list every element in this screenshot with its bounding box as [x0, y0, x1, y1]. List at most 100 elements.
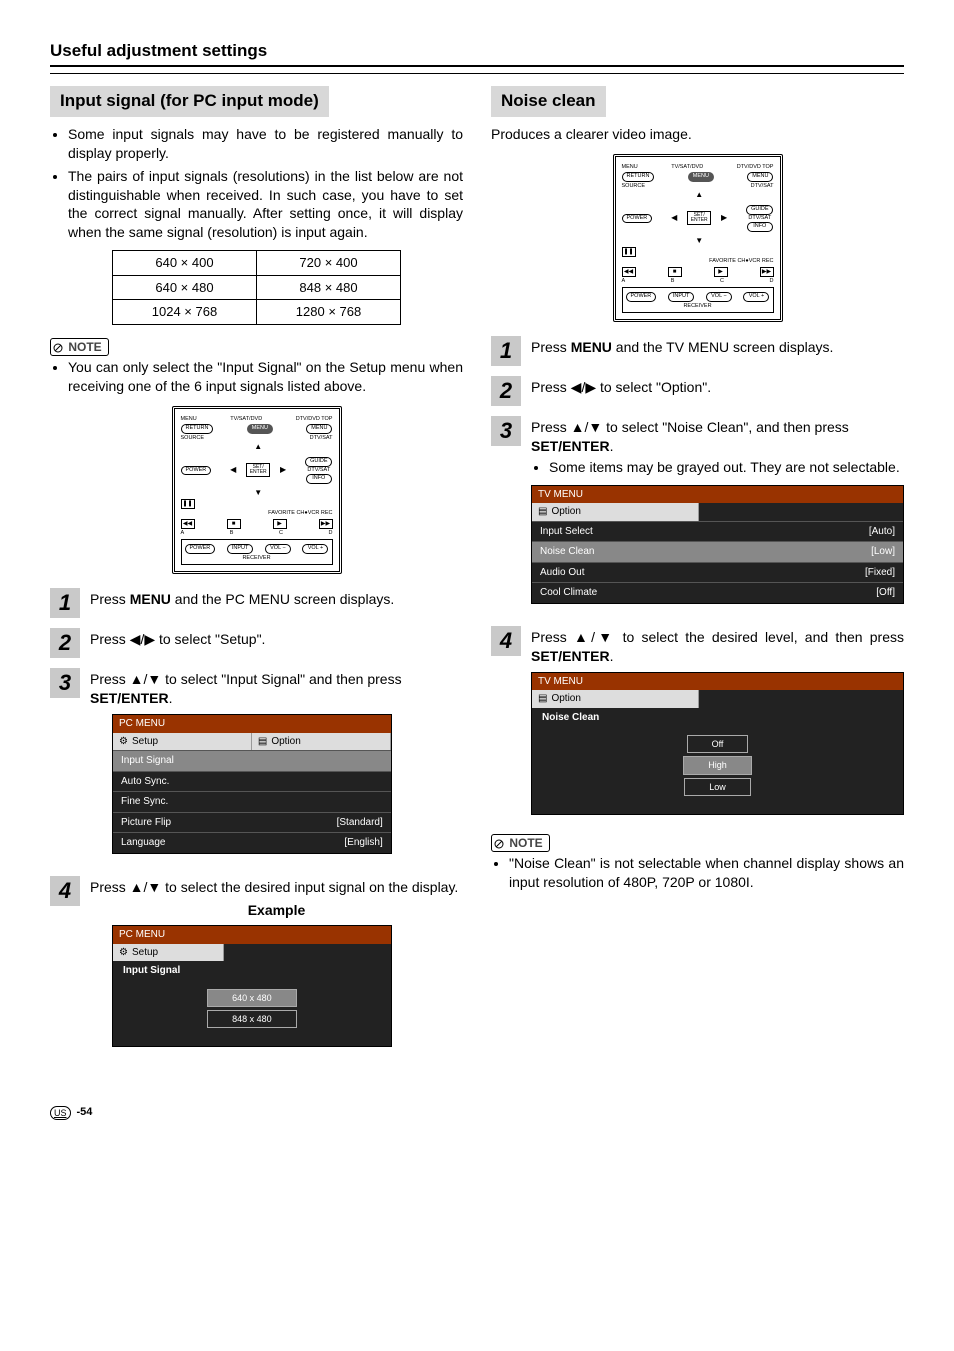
nav-left-icon: ◀	[230, 466, 236, 474]
osd-item: Input Signal	[113, 750, 391, 771]
doc-icon: ▤	[538, 692, 547, 706]
step-2: 2 Press ◀/▶ to select "Setup".	[50, 628, 463, 658]
btn-menu2: MENU	[306, 424, 332, 434]
note-bullet: You can only select the "Input Signal" o…	[68, 358, 463, 396]
btn-play: ▶	[273, 519, 287, 529]
btn-rw: ◀◀	[181, 519, 195, 529]
step-number: 3	[50, 668, 80, 698]
lbl-dtvdvdtop: DTV/DVD TOP	[296, 417, 333, 423]
step-number: 2	[50, 628, 80, 658]
rx-volp: VOL +	[302, 544, 328, 554]
left-intro-bullets: Some input signals may have to be regist…	[50, 125, 463, 242]
lbl-vcr: ●VCR REC	[745, 259, 773, 265]
bullet: The pairs of input signals (resolutions)…	[68, 167, 463, 243]
osd-option: Off	[687, 735, 749, 753]
res-cell: 1024 × 768	[112, 300, 256, 325]
btn-pause: ❚❚	[181, 499, 195, 509]
resolution-table: 640 × 400 720 × 400 640 × 480 848 × 480 …	[112, 250, 401, 325]
info-icon	[494, 839, 504, 849]
note-bullet: "Noise Clean" is not selectable when cha…	[509, 854, 904, 892]
nav-right-icon: ▶	[280, 466, 286, 474]
step-number: 4	[50, 876, 80, 906]
step-number: 2	[491, 376, 521, 406]
pc-menu-example-osd: PC MENU ⚙Setup Input Signal 640 x 480 84…	[112, 925, 392, 1047]
lbl-source: SOURCE	[181, 436, 205, 442]
lbl-dtvsat: DTV/SAT	[751, 184, 774, 190]
step-number: 3	[491, 416, 521, 446]
step-text: Press ▲/▼ to select the desired input si…	[90, 876, 463, 1060]
osd-tab-setup: ⚙Setup	[113, 733, 252, 751]
rx-label: RECEIVER	[626, 304, 770, 310]
note-label: NOTE	[509, 836, 542, 850]
rx-power: POWER	[626, 292, 657, 302]
lbl-d: D	[770, 279, 774, 285]
lbl-tvsatdvd: TV/SAT/DVD	[230, 417, 262, 423]
step-text: Press MENU and the PC MENU screen displa…	[90, 588, 463, 609]
left-note-list: You can only select the "Input Signal" o…	[50, 358, 463, 396]
step-number: 1	[50, 588, 80, 618]
rx-input: INPUT	[668, 292, 695, 302]
rx-volm: VOL −	[265, 544, 291, 554]
doc-icon: ▤	[538, 505, 547, 519]
btn-stop: ■	[227, 519, 241, 529]
btn-return: RETURN	[181, 424, 214, 434]
bullet: Some input signals may have to be regist…	[68, 125, 463, 163]
osd-options: Off High Low	[532, 727, 903, 813]
lbl-source: SOURCE	[622, 184, 646, 190]
table-row: 640 × 400 720 × 400	[112, 251, 400, 276]
table-row: 1024 × 768 1280 × 768	[112, 300, 400, 325]
nav-up-icon: ▲	[254, 443, 262, 451]
right-column: Noise clean Produces a clearer video ima…	[491, 86, 904, 1065]
example-label: Example	[90, 901, 463, 920]
osd-item: Noise Clean[Low]	[532, 541, 903, 562]
lbl-d: D	[329, 531, 333, 537]
osd-item: Input Select[Auto]	[532, 521, 903, 542]
step-number: 4	[491, 626, 521, 656]
btn-rw: ◀◀	[622, 267, 636, 277]
lbl-dtvsat: DTV/SAT	[310, 436, 333, 442]
btn-power: POWER	[181, 466, 212, 476]
lbl-fav: FAVORITE CH	[268, 511, 304, 517]
step-text: Press MENU and the TV MENU screen displa…	[531, 336, 904, 357]
pc-menu-osd: PC MENU ⚙Setup ▤Option Input Signal Auto…	[112, 714, 392, 854]
btn-menu-highlight: MENU	[247, 424, 273, 434]
rx-power: POWER	[185, 544, 216, 554]
res-cell: 1280 × 768	[257, 300, 401, 325]
lbl-menu: MENU	[622, 165, 638, 171]
osd-option: High	[683, 756, 752, 774]
step-3: 3 Press ▲/▼ to select "Noise Clean", and…	[491, 416, 904, 616]
step-number: 1	[491, 336, 521, 366]
lbl-dtvsat2: DTV/SAT	[748, 216, 771, 222]
lbl-dtvdvdtop: DTV/DVD TOP	[737, 165, 774, 171]
rx-volp: VOL +	[743, 292, 769, 302]
osd-sub: Input Signal	[113, 961, 391, 981]
res-cell: 640 × 480	[112, 275, 256, 300]
osd-item: Fine Sync.	[113, 791, 391, 812]
lbl-vcr: ●VCR REC	[304, 511, 332, 517]
btn-return: RETURN	[622, 172, 655, 182]
header-rule	[50, 73, 904, 74]
step-2: 2 Press ◀/▶ to select "Option".	[491, 376, 904, 406]
lbl-a: A	[622, 279, 626, 285]
osd-header: PC MENU	[113, 715, 391, 733]
nav-down-icon: ▼	[254, 489, 262, 497]
step-1: 1 Press MENU and the TV MENU screen disp…	[491, 336, 904, 366]
note-chip: NOTE	[50, 338, 109, 356]
step-4: 4 Press ▲/▼ to select the desired level,…	[491, 626, 904, 827]
step-3: 3 Press ▲/▼ to select "Input Signal" and…	[50, 668, 463, 865]
osd-header: TV MENU	[532, 486, 903, 504]
right-note-list: "Noise Clean" is not selectable when cha…	[491, 854, 904, 892]
receiver-group: POWER INPUT VOL − VOL + RECEIVER	[181, 539, 333, 565]
left-topic-heading: Input signal (for PC input mode)	[50, 86, 329, 117]
btn-set-enter: SET/ ENTER	[687, 211, 711, 225]
nav-pad: ▲ ▼ ◀ ▶ SET/ ENTER	[669, 191, 729, 245]
right-intro: Produces a clearer video image.	[491, 125, 904, 144]
gear-icon: ⚙	[119, 946, 128, 960]
noise-clean-osd: TV MENU ▤Option Noise Clean Off High Low	[531, 672, 904, 815]
btn-info: INFO	[306, 474, 332, 484]
osd-tabs: ⚙Setup	[113, 944, 391, 962]
lbl-dtvsat2: DTV/SAT	[307, 468, 330, 474]
receiver-group: POWER INPUT VOL − VOL + RECEIVER	[622, 287, 774, 313]
btn-ff: ▶▶	[319, 519, 333, 529]
osd-item: Picture Flip[Standard]	[113, 812, 391, 833]
